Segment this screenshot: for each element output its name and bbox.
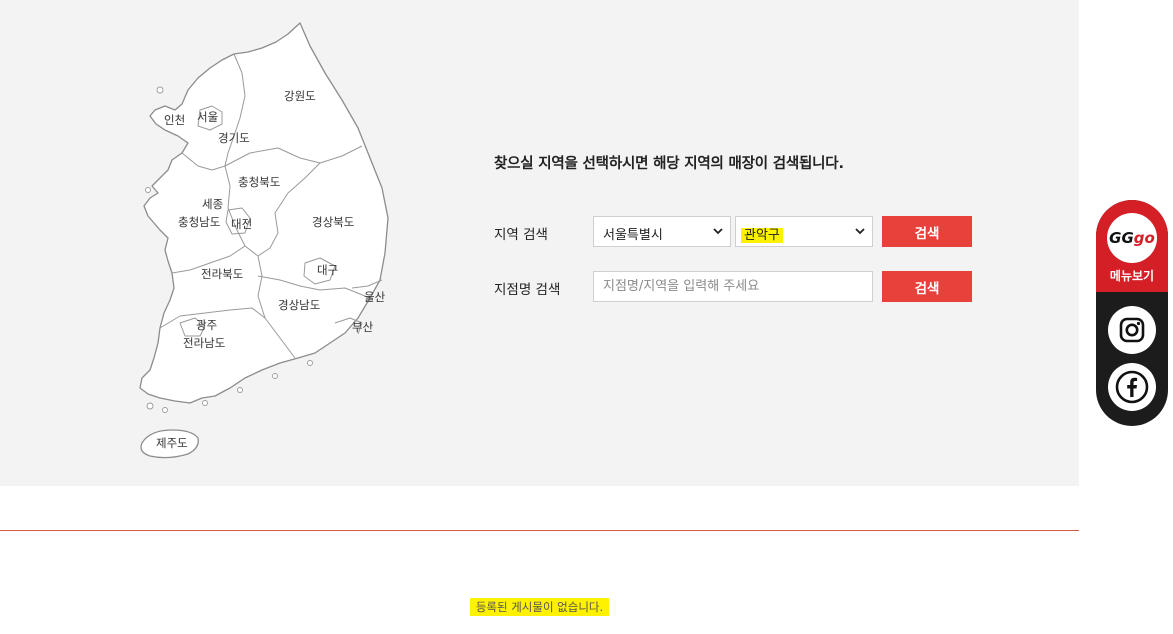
branch-search-label: 지점명 검색 [494, 282, 561, 298]
mainland-outline [139, 22, 389, 404]
logo-text-main: GG [1109, 229, 1134, 247]
city-select-value: 서울특별시 [603, 228, 663, 243]
island-dot [202, 400, 208, 406]
instagram-icon [1119, 317, 1145, 343]
facebook-icon [1115, 370, 1149, 404]
island-dot [307, 360, 313, 366]
menu-toggle[interactable]: GG go 메뉴보기 [1096, 200, 1168, 292]
empty-results: 등록된 게시물이 없습니다. [0, 598, 1079, 616]
island-dot [237, 387, 243, 393]
instagram-button[interactable] [1108, 306, 1156, 354]
region-gyeongnam[interactable]: 경상남도 [278, 298, 320, 312]
menu-view-label: 메뉴보기 [1109, 269, 1155, 283]
region-sejong[interactable]: 세종 [202, 197, 223, 211]
region-jeju[interactable]: 제주도 [156, 436, 188, 450]
region-seoul[interactable]: 서울 [197, 110, 218, 124]
island-dot [272, 373, 278, 379]
island-dot [146, 402, 154, 410]
island-dot [145, 187, 151, 193]
district-select-value-wrap: 관악구 [741, 224, 783, 243]
region-jeonbuk[interactable]: 전라북도 [201, 267, 243, 281]
region-gwangju[interactable]: 광주 [196, 318, 217, 332]
logo-text-accent: go [1133, 229, 1155, 247]
floating-side-menu: GG go 메뉴보기 [1096, 200, 1168, 426]
city-select[interactable]: 서울특별시 [593, 216, 731, 247]
branch-search-button[interactable]: 검색 [882, 271, 972, 302]
brand-logo: GG go [1107, 213, 1157, 263]
island-dot [156, 86, 164, 94]
region-daegu[interactable]: 대구 [317, 263, 338, 277]
island-dot [162, 407, 168, 413]
branch-search-input[interactable] [593, 271, 873, 302]
region-search-label: 지역 검색 [494, 227, 548, 243]
district-select-value: 관악구 [741, 228, 783, 243]
chevron-down-icon [713, 228, 723, 235]
region-gyeonggi[interactable]: 경기도 [218, 131, 250, 145]
store-search-panel: 강원도 인천 서울 경기도 충청북도 세종 충청남도 대전 경상북도 전라북도 … [0, 0, 1079, 486]
region-chungbuk[interactable]: 충청북도 [238, 175, 280, 189]
region-gangwon[interactable]: 강원도 [284, 89, 316, 103]
region-gyeongbuk[interactable]: 경상북도 [312, 215, 354, 229]
facebook-button[interactable] [1108, 363, 1156, 411]
region-ulsan[interactable]: 울산 [364, 290, 386, 304]
region-incheon[interactable]: 인천 [164, 113, 185, 127]
region-daejeon[interactable]: 대전 [231, 217, 252, 231]
korea-region-map[interactable]: 강원도 인천 서울 경기도 충청북도 세종 충청남도 대전 경상북도 전라북도 … [130, 18, 400, 468]
empty-results-message: 등록된 게시물이 없습니다. [469, 598, 610, 616]
region-chungnam[interactable]: 충청남도 [178, 215, 220, 229]
region-jeonnam[interactable]: 전라남도 [183, 336, 225, 350]
korea-map-svg[interactable]: 강원도 인천 서울 경기도 충청북도 세종 충청남도 대전 경상북도 전라북도 … [130, 18, 400, 468]
district-select[interactable]: 관악구 [735, 216, 873, 247]
region-busan[interactable]: 부산 [352, 320, 374, 334]
section-divider [0, 530, 1079, 531]
chevron-down-icon [855, 228, 865, 235]
search-instruction: 찾으실 지역을 선택하시면 해당 지역의 매장이 검색됩니다. [494, 156, 844, 172]
region-search-button[interactable]: 검색 [882, 216, 972, 247]
